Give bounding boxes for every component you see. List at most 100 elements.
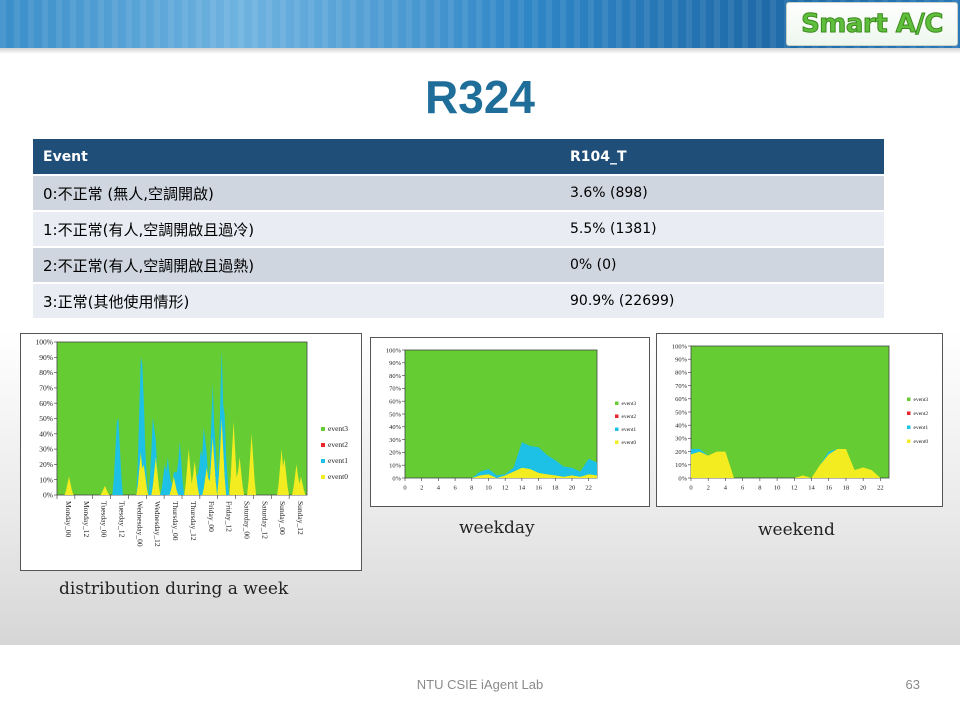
x-tick-label: 16 <box>535 485 542 492</box>
event2-legend-swatch <box>907 411 911 415</box>
event1-legend-label: event1 <box>914 425 929 431</box>
event0-legend-swatch <box>907 439 911 443</box>
x-tick-label: 20 <box>569 485 576 492</box>
x-tick-label: Friday_12 <box>225 501 234 532</box>
event0-legend-label: event0 <box>328 472 348 481</box>
y-tick-label: 90% <box>39 353 53 362</box>
y-tick-label: 80% <box>389 373 402 380</box>
weekday-chart-svg: 0% 10% 20% 30% 40% 50% 60% 70% 80% 90% 100% 0 2 4 6 8 10… <box>386 347 637 492</box>
slide: Smart A/C R324 Event R104_T 0:不正常 (無人,空調… <box>0 0 960 720</box>
table-row: 2:不正常(有人,空調開啟且過熱) 0% (0) <box>33 247 884 284</box>
x-tick-label: Sunday_12 <box>296 501 305 535</box>
y-tick-label: 70% <box>389 386 402 393</box>
x-tick-label: Saturday_00 <box>243 501 252 539</box>
y-tick-label: 90% <box>675 356 688 363</box>
event3-legend-label: event3 <box>914 397 929 403</box>
x-tick-label: 12 <box>502 485 509 492</box>
x-tick-label: 18 <box>843 485 850 492</box>
event2-legend-swatch <box>321 443 325 447</box>
x-tick-label: 14 <box>519 485 526 492</box>
event2-legend-label: event2 <box>622 414 637 420</box>
x-tick-label: 8 <box>470 485 473 492</box>
x-tick-label: 0 <box>689 485 692 492</box>
event-cell: 2:不正常(有人,空調開啟且過熱) <box>33 247 560 284</box>
x-tick-label: 2 <box>420 485 423 492</box>
x-tick-label: Monday_00 <box>64 501 73 537</box>
y-tick-label: 100% <box>36 338 54 347</box>
x-tick-label: 12 <box>791 485 798 492</box>
table-header-row: Event R104_T <box>33 139 884 176</box>
table-row: 0:不正常 (無人,空調開啟) 3.6% (898) <box>33 175 884 212</box>
brand-logo: Smart A/C <box>786 2 958 46</box>
x-tick-label: 4 <box>437 485 441 492</box>
y-tick-label: 100% <box>672 343 688 350</box>
y-tick-label: 40% <box>675 422 688 429</box>
y-tick-label: 30% <box>39 445 53 454</box>
y-tick-label: 0% <box>678 475 687 482</box>
x-tick-label: Friday_00 <box>207 501 216 532</box>
weekday-chart: 0% 10% 20% 30% 40% 50% 60% 70% 80% 90% 100% 0 2 4 6 8 10… <box>370 337 650 507</box>
column-header-event: Event <box>33 139 560 176</box>
x-tick-label: Monday_12 <box>82 501 91 537</box>
y-tick-label: 50% <box>389 411 402 418</box>
event1-legend-swatch <box>321 459 325 463</box>
y-tick-label: 90% <box>389 360 402 367</box>
y-tick-label: 0% <box>392 475 401 482</box>
page-number: 63 <box>905 677 920 692</box>
weekend-chart-svg: 0% 10% 20% 30% 40% 50% 60% 70% 80% 90% 100% 0 2 4 6 8 10… <box>672 343 929 492</box>
y-tick-label: 30% <box>675 436 688 443</box>
x-tick-label: 8 <box>758 485 761 492</box>
value-cell: 5.5% (1381) <box>560 211 884 248</box>
x-tick-label: 0 <box>403 485 406 492</box>
x-tick-label: Thursday_12 <box>189 501 198 541</box>
x-tick-label: 6 <box>453 485 457 492</box>
weekend-chart-caption: weekend <box>758 520 835 540</box>
event1-legend-swatch <box>907 425 911 429</box>
footer-lab-name: NTU CSIE iAgent Lab <box>416 677 544 692</box>
week-distribution-chart: 0% 10% 20% 30% 40% 50% 60% 70% 80% 90% 100% Monday_… <box>20 333 362 571</box>
x-tick-label: 10 <box>485 485 492 492</box>
x-tick-label: 14 <box>808 485 815 492</box>
event1-legend-swatch <box>615 427 619 431</box>
week-chart-caption: distribution during a week <box>59 579 289 599</box>
x-tick-label: 4 <box>724 485 728 492</box>
event2-legend-label: event2 <box>328 440 348 449</box>
x-tick-label: 22 <box>585 485 592 492</box>
y-tick-label: 0% <box>43 491 53 500</box>
x-tick-label: Tuesday_12 <box>118 501 127 538</box>
y-tick-label: 10% <box>389 462 402 469</box>
y-tick-label: 20% <box>389 450 402 457</box>
table-row: 1:不正常(有人,空調開啟且過冷) 5.5% (1381) <box>33 211 884 248</box>
y-tick-label: 10% <box>675 462 688 469</box>
logo-text: Smart A/C <box>801 9 944 40</box>
x-tick-label: Sunday_00 <box>278 501 287 535</box>
value-cell: 90.9% (22699) <box>560 283 884 320</box>
weekday-chart-caption: weekday <box>459 518 535 538</box>
y-tick-label: 20% <box>39 460 53 469</box>
x-tick-label: 18 <box>552 485 559 492</box>
event3-area <box>405 350 597 478</box>
week-chart-svg: 0% 10% 20% 30% 40% 50% 60% 70% 80% 90% 100% Monday_… <box>36 338 349 547</box>
y-tick-label: 30% <box>389 437 402 444</box>
x-tick-label: 2 <box>707 485 710 492</box>
y-tick-label: 20% <box>675 449 688 456</box>
y-tick-label: 40% <box>389 424 402 431</box>
event-cell: 1:不正常(有人,空調開啟且過冷) <box>33 211 560 248</box>
y-tick-label: 60% <box>39 399 53 408</box>
event-cell: 3:正常(其他使用情形) <box>33 283 560 320</box>
table-row: 3:正常(其他使用情形) 90.9% (22699) <box>33 283 884 320</box>
y-tick-label: 10% <box>39 475 53 484</box>
column-header-r104t: R104_T <box>560 139 884 176</box>
y-tick-label: 100% <box>386 347 402 354</box>
event-table: Event R104_T 0:不正常 (無人,空調開啟) 3.6% (898) … <box>33 139 884 320</box>
event3-legend-label: event3 <box>622 401 637 407</box>
event-cell: 0:不正常 (無人,空調開啟) <box>33 175 560 212</box>
weekend-chart: 0% 10% 20% 30% 40% 50% 60% 70% 80% 90% 100% 0 2 4 6 8 10… <box>656 333 943 507</box>
x-tick-label: 22 <box>877 485 884 492</box>
y-tick-label: 70% <box>675 383 688 390</box>
x-tick-label: Wednesday_00 <box>135 501 144 547</box>
y-tick-label: 70% <box>39 384 53 393</box>
event0-legend-label: event0 <box>622 440 637 446</box>
x-tick-label: 16 <box>825 485 832 492</box>
banner-shadow <box>0 48 960 54</box>
